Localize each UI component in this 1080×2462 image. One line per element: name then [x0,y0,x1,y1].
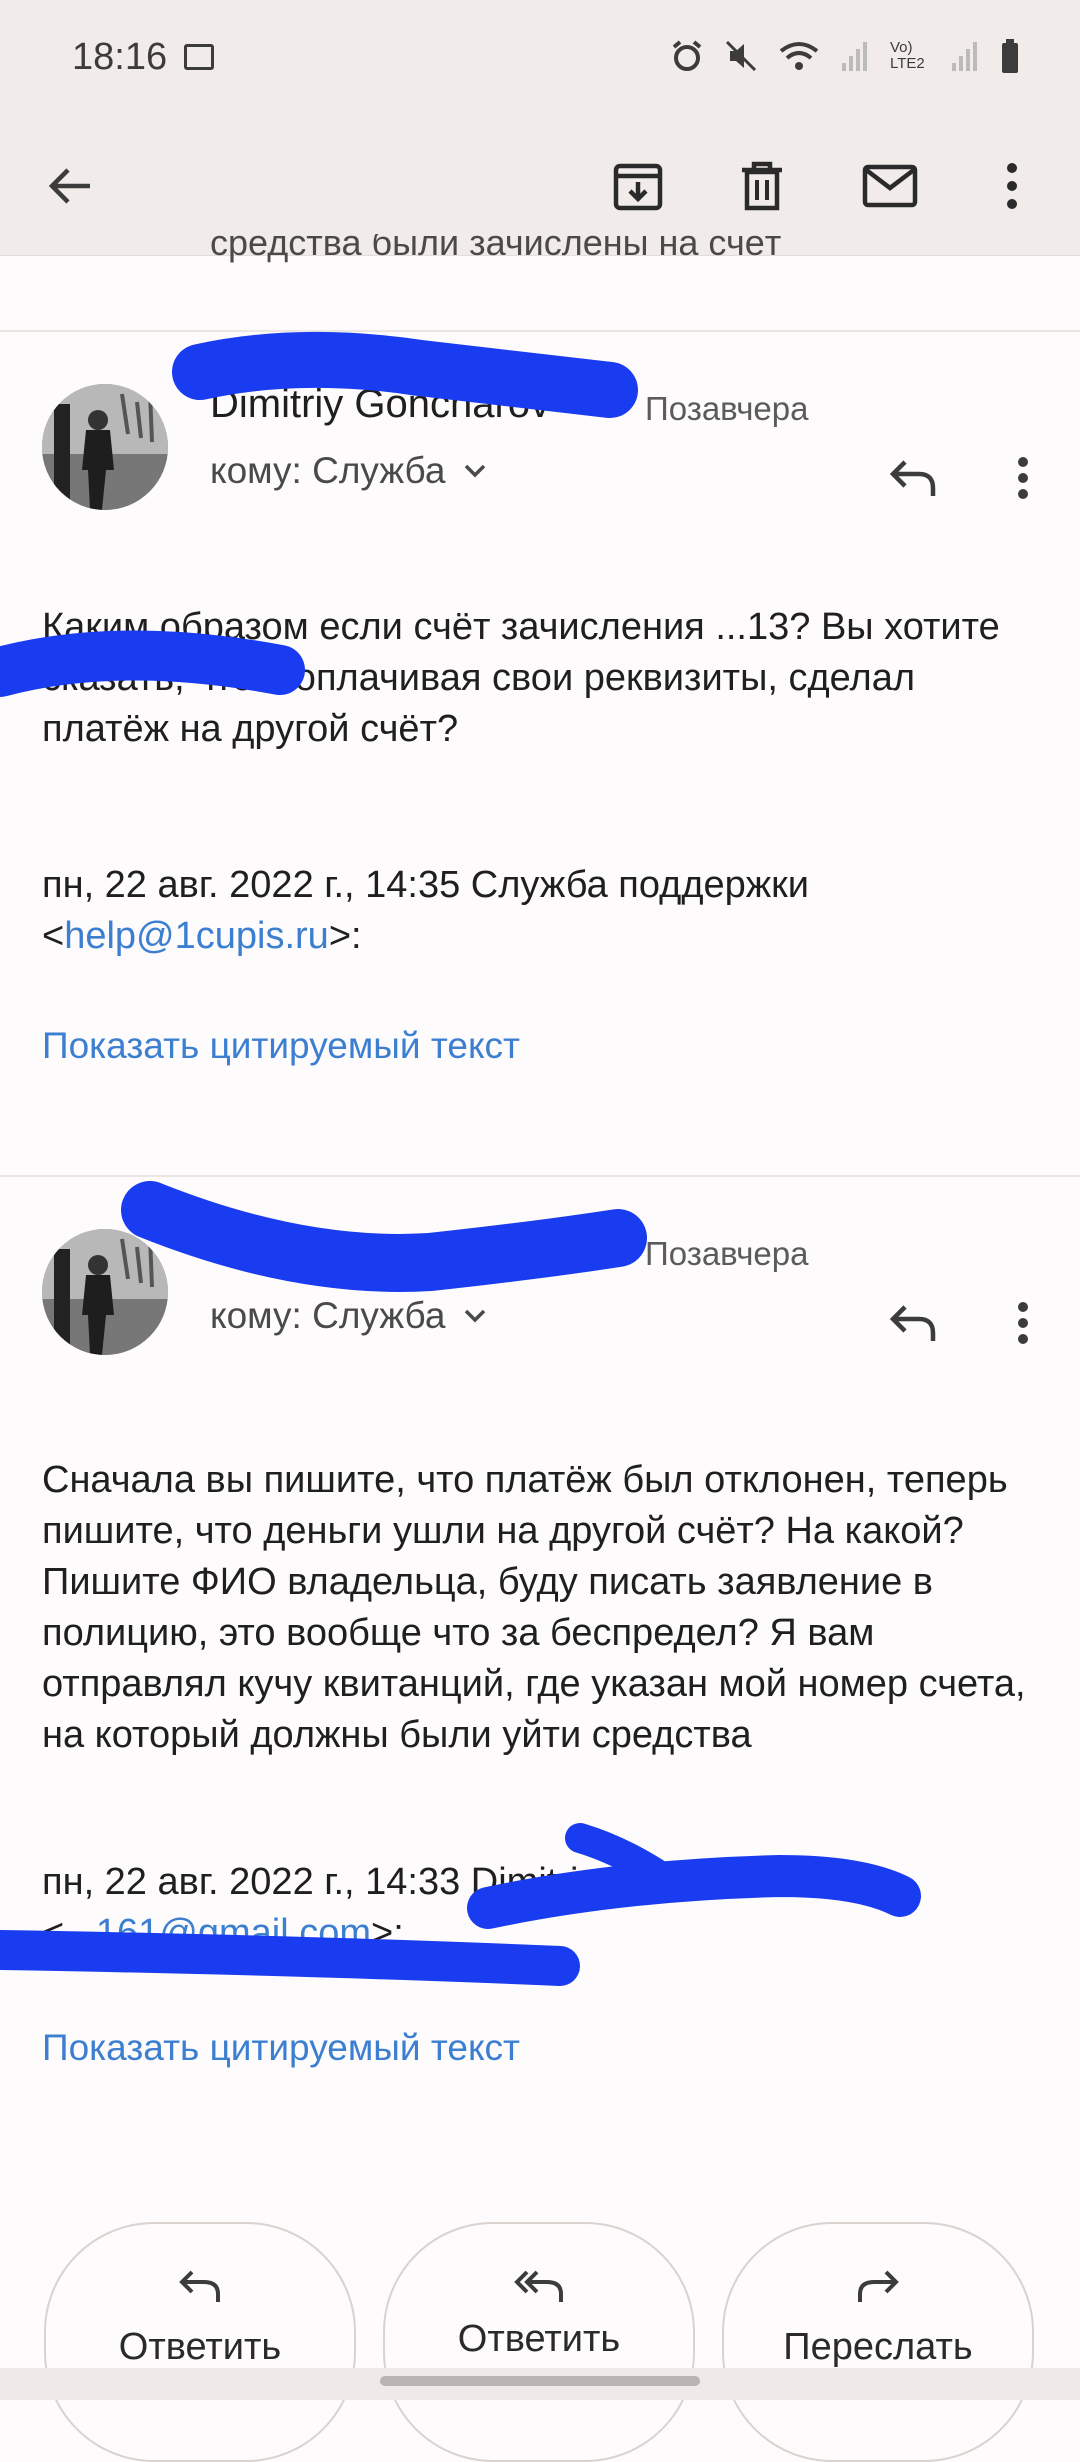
message-divider [0,330,1080,332]
forward-action-button[interactable]: Переслать [722,2222,1034,2462]
recipient-label: кому: Служба [210,450,446,491]
wifi-icon [779,42,819,70]
status-bar: 18:16 Vo) LTE2 [0,0,1080,120]
reply-all-action-label: Ответить [457,2318,621,2360]
signal-icon [842,42,867,71]
quoted-header-text: пн, 22 авг. 2022 г., 14:35 Служба поддер… [42,864,810,906]
recipient-toggle[interactable]: кому: Служба [210,450,487,492]
more-options-button[interactable] [970,144,1054,228]
forward-icon [858,2270,899,2302]
status-icons: Vo) LTE2 [670,38,1020,74]
battery-icon [1002,39,1018,73]
forward-action-label: Переслать [783,2326,973,2368]
avatar[interactable] [42,384,168,510]
reply-icon [179,2270,220,2302]
gallery-icon [184,44,214,70]
back-button[interactable] [28,144,112,228]
reply-button[interactable] [873,1283,953,1363]
mail-icon [862,164,918,208]
message-body: Каким образом если счёт зачисления ...13… [42,606,1000,750]
quoted-header-open: < [42,1912,65,1954]
message-divider [0,1175,1080,1177]
avatar[interactable] [42,1229,168,1355]
message-date: Позавчера [645,1235,809,1272]
mark-unread-button[interactable] [848,144,932,228]
signal-icon-2 [952,42,977,71]
mute-icon [725,40,757,72]
reply-all-icon [514,2270,563,2302]
more-vert-icon [1018,1302,1028,1344]
quoted-header: пн, 22 авг. 2022 г., 14:33 Dimitriy Gonc… [42,1857,1042,1959]
reply-button[interactable] [873,438,953,518]
arrow-left-icon [48,168,90,204]
message-body: Сначала вы пишите, что платёж был отклон… [42,1459,1026,1756]
reply-action-button[interactable]: Ответить [44,2222,356,2462]
chevron-down-icon [465,464,486,478]
avatar-photo [42,384,168,510]
email-link[interactable]: ...161@gmail.com [64,1912,371,1954]
archive-icon [613,163,663,211]
avatar-photo [42,1229,168,1355]
sender-name: Dimitriy Goncharov [210,382,551,426]
quoted-header: пн, 22 авг. 2022 г., 14:35 Служба поддер… [42,860,1042,962]
email-link[interactable]: help@1cupis.ru [64,915,329,957]
message-more-button[interactable] [983,438,1063,518]
recipient-toggle[interactable]: кому: Служба [210,1295,487,1337]
chevron-down-icon [465,1309,486,1323]
quoted-header-close: >: [371,1912,404,1954]
home-gesture-handle[interactable] [380,2376,700,2386]
trash-icon [742,161,782,211]
reply-icon [889,460,936,496]
delete-button[interactable] [720,144,804,228]
message-more-button[interactable] [983,1283,1063,1363]
archive-button[interactable] [596,144,680,228]
status-time: 18:16 [72,36,168,78]
recipient-label: кому: Служба [210,1295,446,1336]
network-label: Vo) LTE2 [890,39,925,72]
quoted-header-close: >: [328,915,362,957]
alarm-icon [672,40,702,71]
more-vert-icon [1007,163,1017,209]
sender-name: Dimitriy Goncharov [210,1227,551,1271]
show-quoted-text-link[interactable]: Показать цитируемый текст [42,1025,520,1067]
quoted-header-text: пн, 22 авг. 2022 г., 14:33 Dimitriy Gonc… [42,1861,794,1903]
show-quoted-text-link[interactable]: Показать цитируемый текст [42,2027,520,2069]
reply-all-action-button[interactable]: Ответить [383,2222,695,2462]
reply-icon [889,1305,936,1341]
message-date: Позавчера [645,390,809,427]
more-vert-icon [1018,457,1028,499]
reply-action-label: Ответить [118,2326,282,2368]
quoted-header-open: < [42,915,65,957]
